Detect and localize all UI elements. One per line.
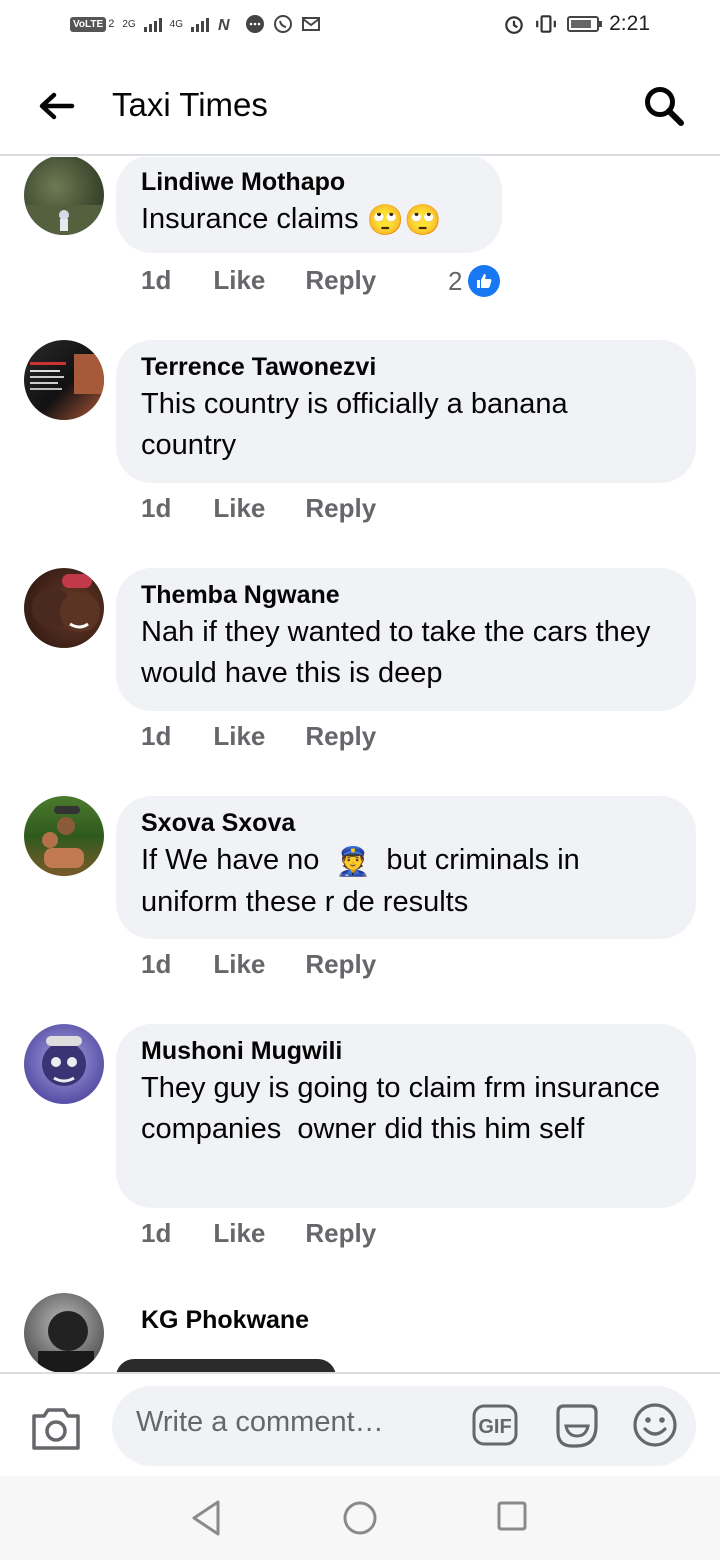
reply-button[interactable]: Reply: [305, 493, 376, 524]
avatar[interactable]: [24, 796, 104, 876]
camera-icon[interactable]: [30, 1404, 82, 1452]
comment-time: 1d: [141, 265, 172, 295]
volte-badge: VoLTE: [70, 16, 107, 32]
comment-text: They guy is going to claim frm insurance…: [141, 1072, 669, 1145]
whatsapp-icon: [274, 15, 292, 33]
nav-recents-icon[interactable]: [496, 1500, 528, 1532]
svg-text:N: N: [218, 17, 230, 34]
like-button[interactable]: Like: [213, 721, 265, 752]
alarm-icon: [505, 16, 523, 34]
avatar[interactable]: [24, 157, 104, 235]
sticker-icon[interactable]: [552, 1402, 600, 1450]
avatar-photo: [42, 806, 84, 868]
comment-bubble[interactable]: Sxova Sxova If We have no 👮 but criminal…: [116, 796, 696, 939]
page-title: Taxi Times: [112, 86, 268, 123]
avatar-photo: [38, 1311, 94, 1372]
nfc-icon: N: [218, 17, 230, 34]
reply-button[interactable]: Reply: [305, 949, 376, 980]
status-left: VoLTE 2 2G 4G N: [70, 14, 321, 34]
search-icon[interactable]: [642, 84, 686, 128]
comment-text-content: Insurance claims: [141, 203, 359, 235]
nav-home-icon[interactable]: [342, 1500, 378, 1536]
like-button[interactable]: Like: [213, 1218, 265, 1249]
app-bar: Taxi Times: [0, 56, 720, 156]
reply-button[interactable]: Reply: [305, 1218, 376, 1249]
comment-text: Nah if they wanted to take the cars they…: [141, 616, 651, 689]
comment-author[interactable]: Terrence Tawonezvi: [141, 352, 670, 382]
comment-author[interactable]: Themba Ngwane: [141, 580, 670, 610]
signal-icon: [143, 16, 162, 32]
comment-author[interactable]: Sxova Sxova: [141, 808, 670, 838]
avatar-photo: [30, 354, 104, 394]
status-bar: VoLTE 2 2G 4G N 2:21: [0, 0, 720, 56]
gif-label: GIF: [478, 1416, 511, 1438]
emoji-icon[interactable]: [632, 1402, 678, 1448]
comments-feed[interactable]: Lindiwe Mothapo Insurance claims 🙄🙄 1d L…: [0, 157, 720, 1372]
avatar-photo: [42, 1036, 86, 1086]
like-button[interactable]: Like: [213, 949, 265, 980]
attached-image[interactable]: [116, 1359, 336, 1372]
comment-actions: 1d Like Reply: [141, 265, 416, 296]
vibrate-icon: [536, 15, 557, 33]
comment-time: 1d: [141, 493, 172, 523]
comment-composer: Write a comment… GIF: [0, 1372, 720, 1476]
comment-bubble[interactable]: Themba Ngwane Nah if they wanted to take…: [116, 568, 696, 711]
comment-author[interactable]: KG Phokwane: [141, 1305, 340, 1335]
comment-time: 1d: [141, 1218, 172, 1248]
eye-roll-emoji: 🙄🙄: [366, 203, 442, 237]
avatar[interactable]: [24, 340, 104, 420]
comment-actions: 1d Like Reply: [141, 721, 416, 752]
signal-4g-label: 4G: [169, 18, 183, 30]
like-button[interactable]: Like: [213, 493, 265, 524]
status-right: 2:21: [503, 12, 650, 36]
avatar-photo: [32, 574, 100, 632]
back-arrow-icon[interactable]: [36, 86, 76, 126]
avatar[interactable]: [24, 1293, 104, 1372]
like-reaction-icon: [468, 265, 501, 297]
comment-actions: 1d Like Reply: [141, 493, 416, 524]
reply-button[interactable]: Reply: [305, 265, 376, 296]
comment-bubble[interactable]: Mushoni Mugwili They guy is going to cla…: [116, 1024, 696, 1208]
gif-icon[interactable]: GIF: [472, 1404, 518, 1446]
comment-text: If We have no 👮 but criminals in uniform…: [141, 840, 670, 923]
signal-icon-2: [191, 16, 209, 32]
comment-text-part: If We have no: [141, 844, 320, 876]
clock: 2:21: [609, 12, 650, 35]
reaction-count: 2: [448, 265, 463, 296]
signal-2g-label: 2G: [122, 18, 136, 30]
sim-index: 2: [108, 18, 115, 30]
avatar-photo: [24, 205, 104, 235]
like-button[interactable]: Like: [213, 265, 265, 296]
comment-bubble[interactable]: Terrence Tawonezvi This country is offic…: [116, 340, 696, 483]
comment-text: This country is officially a banana coun…: [141, 388, 568, 461]
avatar[interactable]: [24, 568, 104, 648]
comment-author[interactable]: Lindiwe Mothapo: [141, 167, 476, 197]
system-nav-bar: [0, 1476, 720, 1560]
reply-button[interactable]: Reply: [305, 721, 376, 752]
comment-bubble[interactable]: KG Phokwane: [116, 1293, 366, 1363]
comment-bubble[interactable]: Lindiwe Mothapo Insurance claims 🙄🙄: [116, 157, 502, 253]
comment-text: Insurance claims 🙄🙄: [141, 199, 476, 241]
mail-icon: [302, 17, 320, 31]
nav-back-icon[interactable]: [188, 1498, 224, 1538]
avatar[interactable]: [24, 1024, 104, 1104]
comment-time: 1d: [141, 949, 172, 979]
police-officer-emoji: 👮: [335, 845, 371, 877]
chat-bubble-icon: [246, 15, 264, 33]
comment-placeholder: Write a comment…: [136, 1406, 384, 1438]
comment-author[interactable]: Mushoni Mugwili: [141, 1036, 670, 1066]
comment-actions: 1d Like Reply: [141, 949, 416, 980]
comment-input[interactable]: Write a comment… GIF: [112, 1386, 696, 1466]
comment-time: 1d: [141, 721, 172, 751]
reaction-summary[interactable]: 2: [448, 265, 501, 297]
battery-icon: [567, 16, 603, 32]
comment-actions: 1d Like Reply: [141, 1218, 416, 1249]
